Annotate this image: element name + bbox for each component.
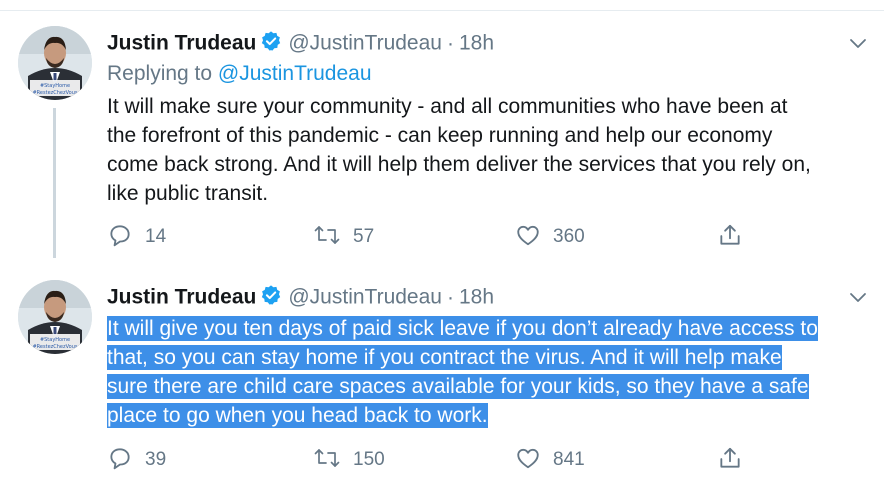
like-icon bbox=[515, 445, 541, 476]
share-button[interactable] bbox=[717, 445, 743, 475]
tweet[interactable]: #StayHome #RestezChezVous Justin Trudeau… bbox=[0, 12, 884, 264]
tweet-text-line: sure there are child care spaces availab… bbox=[107, 374, 809, 399]
retweet-count: 150 bbox=[353, 449, 385, 470]
meta-separator: · bbox=[446, 31, 454, 55]
avatar[interactable]: #StayHome #RestezChezVous bbox=[18, 26, 92, 100]
reply-count: 14 bbox=[145, 226, 167, 247]
tweet-text: It will make sure your community - and a… bbox=[107, 92, 867, 208]
avatar[interactable]: #StayHome #RestezChezVous bbox=[18, 280, 92, 354]
replying-to-label: Replying to bbox=[107, 62, 213, 85]
retweet-button[interactable]: 150 bbox=[313, 445, 385, 475]
like-icon bbox=[515, 222, 541, 253]
tweet-actions: 14 57 360 bbox=[107, 222, 747, 252]
avatar-caption-line: #StayHome bbox=[40, 83, 70, 89]
like-count: 360 bbox=[553, 226, 585, 247]
tweet-text: It will give you ten days of paid sick l… bbox=[107, 314, 867, 430]
tweet-text-line: come back strong. And it will help them … bbox=[107, 153, 811, 176]
top-divider bbox=[0, 10, 884, 11]
tweet-header: Justin Trudeau @JustinTrudeau · 18h bbox=[107, 30, 867, 56]
author-handle[interactable]: @JustinTrudeau bbox=[288, 286, 442, 309]
verified-badge-icon bbox=[260, 30, 282, 57]
reply-count: 39 bbox=[145, 449, 167, 470]
thread-connector bbox=[53, 108, 56, 258]
retweet-icon bbox=[313, 445, 341, 476]
tweet-text-line: like public transit. bbox=[107, 182, 269, 205]
meta-separator: · bbox=[446, 285, 454, 309]
retweet-button[interactable]: 57 bbox=[313, 222, 374, 252]
reply-icon bbox=[107, 445, 133, 476]
share-icon bbox=[717, 222, 743, 253]
author-handle[interactable]: @JustinTrudeau bbox=[288, 32, 442, 55]
avatar-caption-line: #RestezChezVous bbox=[32, 90, 77, 96]
tweet[interactable]: #StayHome #RestezChezVous Justin Trudeau… bbox=[0, 270, 884, 485]
reply-button[interactable]: 39 bbox=[107, 445, 166, 475]
like-button[interactable]: 360 bbox=[515, 222, 585, 252]
tweet-text-line: that, so you can stay home if you contra… bbox=[107, 345, 782, 370]
share-icon bbox=[717, 445, 743, 476]
tweet-text-line: It will make sure your community - and a… bbox=[107, 95, 788, 118]
avatar-caption-line: #StayHome bbox=[40, 337, 70, 343]
tweet-text-line: the forefront of this pandemic - can kee… bbox=[107, 124, 773, 147]
tweet-actions: 39 150 841 bbox=[107, 445, 747, 475]
replying-to-handle[interactable]: @JustinTrudeau bbox=[218, 62, 372, 85]
replying-to: Replying to @JustinTrudeau bbox=[107, 62, 372, 86]
tweet-header: Justin Trudeau @JustinTrudeau · 18h bbox=[107, 284, 867, 310]
like-button[interactable]: 841 bbox=[515, 445, 585, 475]
avatar-caption-line: #RestezChezVous bbox=[32, 344, 77, 350]
tweet-timestamp[interactable]: 18h bbox=[459, 286, 494, 309]
like-count: 841 bbox=[553, 449, 585, 470]
tweet-text-line: place to go when you head back to work. bbox=[107, 403, 488, 428]
tweet-text-line: It will give you ten days of paid sick l… bbox=[107, 316, 818, 341]
reply-button[interactable]: 14 bbox=[107, 222, 166, 252]
author-name[interactable]: Justin Trudeau bbox=[107, 32, 256, 55]
reply-icon bbox=[107, 222, 133, 253]
share-button[interactable] bbox=[717, 222, 743, 252]
tweet-timestamp[interactable]: 18h bbox=[459, 32, 494, 55]
retweet-count: 57 bbox=[353, 226, 375, 247]
verified-badge-icon bbox=[260, 284, 282, 311]
chevron-down-icon[interactable] bbox=[848, 34, 868, 59]
chevron-down-icon[interactable] bbox=[848, 288, 868, 313]
author-name[interactable]: Justin Trudeau bbox=[107, 286, 256, 309]
retweet-icon bbox=[313, 222, 341, 253]
